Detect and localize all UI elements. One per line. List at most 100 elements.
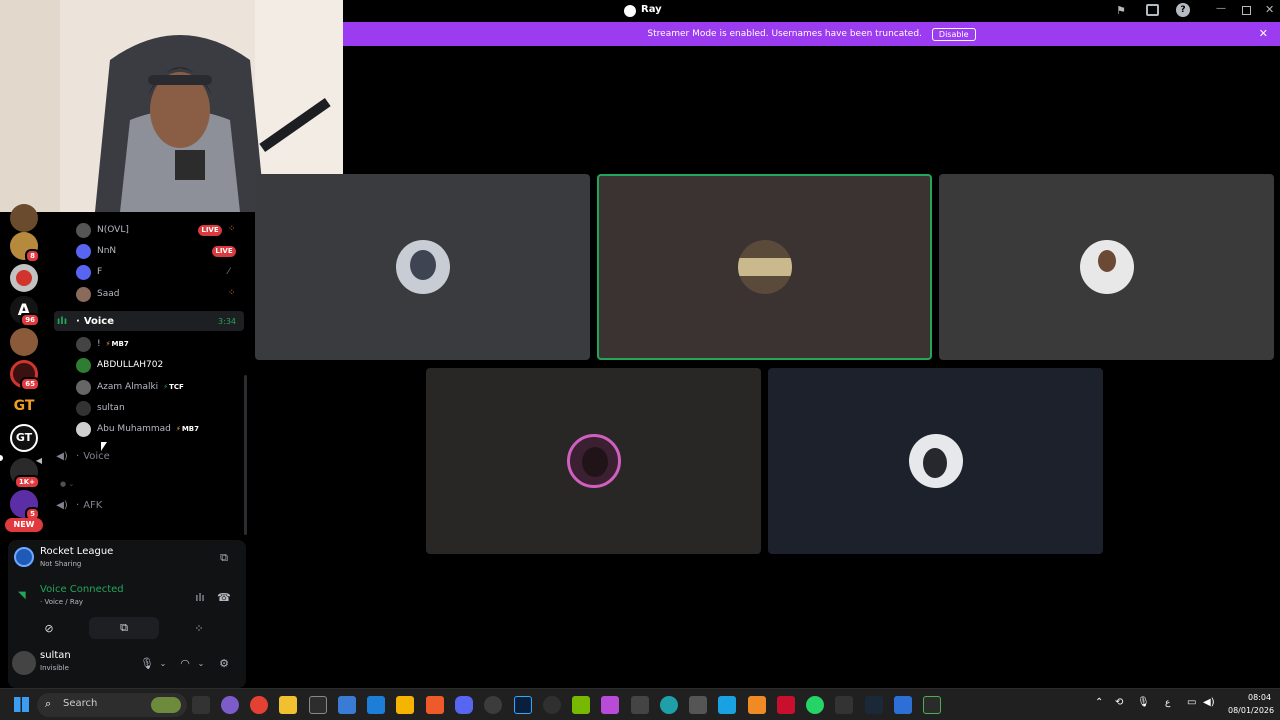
participant-tile[interactable]	[426, 368, 761, 554]
list-item[interactable]: ABDULLAH702	[76, 355, 163, 375]
participant-tile-speaking[interactable]	[597, 174, 932, 360]
server-icon[interactable]: GT	[10, 392, 38, 420]
close-banner-icon[interactable]: ✕	[1259, 27, 1268, 40]
app-icon[interactable]	[923, 696, 941, 714]
voice-location[interactable]: · Voice / Ray	[40, 598, 83, 606]
steam-icon[interactable]	[865, 696, 883, 714]
voice-channel[interactable]: ◀) · AFK	[54, 495, 244, 515]
camera-off-button[interactable]: ⊘	[14, 617, 84, 639]
network-icon[interactable]: ▭	[1187, 697, 1196, 708]
app-icon[interactable]	[894, 696, 912, 714]
member-name: !	[97, 339, 101, 349]
voice-channel[interactable]: ◀) · Voice	[54, 446, 244, 466]
app-icon[interactable]	[221, 696, 239, 714]
nvidia-icon[interactable]	[572, 696, 590, 714]
avatar	[76, 379, 91, 395]
mention-badge: 8	[25, 249, 40, 263]
server-icon[interactable]: 5	[10, 490, 40, 521]
member-name: NnN	[97, 246, 117, 256]
server-icon[interactable]	[10, 264, 38, 292]
voice-connected-title[interactable]: Voice Connected	[40, 584, 124, 595]
chevron-down-icon[interactable]: ⌄	[154, 654, 172, 672]
voice-channel-active[interactable]: ılı · Voice 3:34	[54, 311, 244, 331]
minimize-icon[interactable]: —	[1216, 3, 1226, 14]
user-name: sultan	[40, 650, 71, 661]
app-icon[interactable]	[192, 696, 210, 714]
server-icon[interactable]: 8	[10, 232, 40, 263]
server-icon[interactable]: A 96	[10, 296, 40, 327]
app-icon[interactable]	[777, 696, 795, 714]
windows-start-icon[interactable]	[14, 697, 29, 712]
rockstar-icon[interactable]	[396, 696, 414, 714]
participant-avatar	[395, 240, 450, 294]
list-item[interactable]: NnN	[76, 241, 116, 261]
sync-icon[interactable]: ⟲	[1115, 697, 1123, 708]
banner-text: Streamer Mode is enabled. Usernames have…	[647, 29, 922, 39]
app-icon[interactable]	[835, 696, 853, 714]
server-icon[interactable]	[10, 204, 38, 232]
activities-button[interactable]: ⁘	[164, 617, 234, 639]
participant-tile[interactable]	[255, 174, 590, 360]
collapsed-indicator: ● ⌄	[60, 480, 75, 488]
language-indicator[interactable]: ع	[1165, 698, 1170, 708]
app-icon[interactable]	[718, 696, 736, 714]
list-item[interactable]: ! ⚡ MB7	[76, 334, 129, 354]
app-icon[interactable]	[601, 696, 619, 714]
edge-icon[interactable]	[660, 696, 678, 714]
chevron-up-icon[interactable]: ⌃	[1095, 697, 1103, 708]
list-item[interactable]: Saad	[76, 284, 119, 304]
member-name: Azam Almalki	[97, 382, 159, 392]
share-screen-icon[interactable]: ⧉	[215, 549, 233, 567]
avatar	[76, 286, 91, 302]
server-icon[interactable]: GT	[10, 424, 38, 452]
mail-icon[interactable]	[631, 696, 649, 714]
app-icon[interactable]	[748, 696, 766, 714]
inbox-icon[interactable]: ⚑	[1116, 4, 1126, 17]
chrome-icon[interactable]	[250, 696, 268, 714]
disable-button[interactable]: Disable	[931, 27, 976, 41]
voice-activity-icon: ılı	[56, 315, 68, 327]
microphone-tray-icon[interactable]: 🎙	[1137, 697, 1150, 708]
settings-gear-icon[interactable]: ⚙	[215, 654, 233, 672]
channel-sidebar: N(OVL] LIVE ⁘ NnN LIVE F ⁄ Saad ⁘ ılı · …	[48, 212, 248, 542]
clock-date[interactable]: 08/01/2026	[1228, 706, 1274, 715]
obs-icon[interactable]	[543, 696, 561, 714]
sidebar-scrollbar[interactable]	[244, 375, 247, 535]
member-name: Saad	[97, 289, 120, 299]
taskbar-search[interactable]: ⌕ Search	[37, 693, 187, 717]
volume-icon[interactable]: ◀)	[1203, 697, 1215, 708]
discord-icon[interactable]	[455, 696, 473, 714]
app-icon[interactable]	[484, 696, 502, 714]
list-item[interactable]: F	[76, 262, 102, 282]
app-icon[interactable]	[367, 696, 385, 714]
list-item[interactable]: Abu Muhammad ⚡ MB7	[76, 419, 199, 439]
user-avatar[interactable]	[12, 651, 36, 675]
list-item[interactable]: sultan	[76, 398, 125, 418]
server-icon[interactable]: ◀ 1K+	[10, 456, 42, 489]
clock-time[interactable]: 08:04	[1248, 693, 1271, 702]
photoshop-icon[interactable]	[514, 696, 532, 714]
list-item[interactable]: N(OVL]	[76, 220, 129, 240]
search-label: Search	[63, 698, 98, 709]
folder-icon[interactable]	[279, 696, 297, 714]
help-icon[interactable]: ?	[1176, 3, 1190, 17]
app-icon[interactable]	[689, 696, 707, 714]
list-item[interactable]: Azam Almalki ⚡ TCF	[76, 377, 184, 397]
maximize-icon[interactable]	[1242, 6, 1251, 15]
participant-tile[interactable]	[939, 174, 1274, 360]
store-icon[interactable]	[338, 696, 356, 714]
avatar	[76, 222, 91, 238]
brave-icon[interactable]	[426, 696, 444, 714]
noise-suppression-icon[interactable]: ılı	[191, 588, 209, 606]
server-rail: 8 A 96 65 GT GT ◀ 1K+ 5 NEW	[0, 204, 48, 540]
disconnect-icon[interactable]: ☎	[215, 588, 233, 606]
chevron-down-icon[interactable]: ⌄	[192, 654, 210, 672]
whatsapp-icon[interactable]	[806, 696, 824, 714]
server-icon[interactable]: 65	[10, 360, 40, 391]
epic-games-icon[interactable]	[309, 696, 327, 714]
close-window-icon[interactable]: ✕	[1265, 3, 1274, 16]
participant-tile[interactable]	[768, 368, 1103, 554]
server-icon[interactable]	[10, 328, 38, 356]
updates-icon[interactable]	[1146, 4, 1159, 16]
screen-share-button[interactable]: ⧉	[89, 617, 159, 639]
